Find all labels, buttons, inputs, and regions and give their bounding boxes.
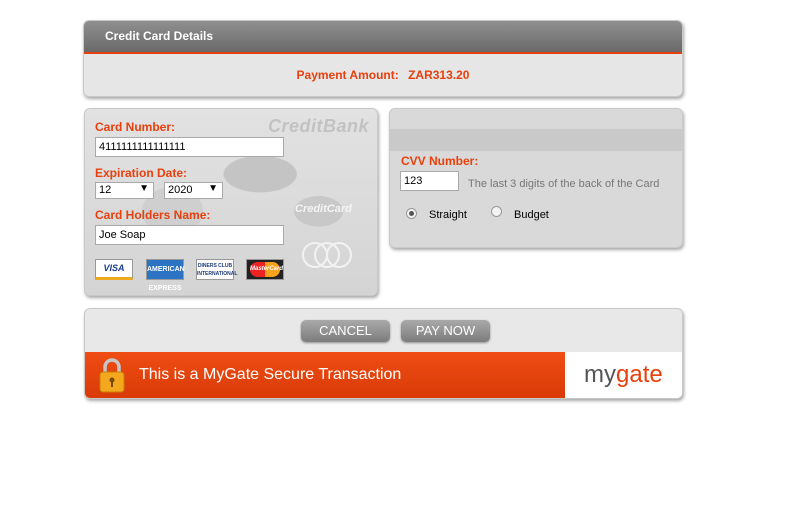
straight-radio-label: Straight [429, 209, 467, 221]
mastercard-logo-text: MasterCard [250, 262, 283, 277]
cvv-input[interactable]: 123 [400, 171, 459, 191]
cvv-hint: The last 3 digits of the back of the Car… [468, 178, 660, 190]
expiration-date-label: Expiration Date: [95, 166, 188, 180]
payment-amount-label: Payment Amount: [296, 68, 399, 82]
expiration-year-select[interactable]: 2020 ▼ [164, 182, 223, 199]
card-holder-label: Card Holders Name: [95, 208, 211, 222]
diners-club-logo: DINERS CLUB INTERNATIONAL [196, 259, 237, 280]
expiration-month-select[interactable]: 12 ▼ [95, 182, 154, 199]
cvv-label: CVV Number: [401, 154, 479, 168]
card-number-input[interactable]: 4111111111111111 [95, 137, 284, 157]
cvv-panel: CVV Number: 123 The last 3 digits of the… [389, 108, 683, 248]
card-hologram-icon [302, 242, 352, 268]
payment-amount-value: ZAR313.20 [408, 68, 470, 82]
payment-header-panel: Credit Card Details Payment Amount: ZAR3… [83, 20, 683, 97]
expiration-month-value: 12 [99, 184, 112, 196]
cancel-button[interactable]: CANCEL [301, 320, 390, 342]
amex-logo: AMERICAN EXPRESS [146, 259, 185, 292]
panel-title: Credit Card Details [105, 29, 214, 43]
mygate-logo-box: mygate [565, 352, 682, 398]
card-number-label: Card Number: [95, 120, 176, 134]
secure-transaction-text: This is a MyGate Secure Transaction [139, 366, 402, 383]
action-panel: CANCEL PAY NOW This is a MyGate Secure T… [84, 308, 683, 399]
payment-amount-row: Payment Amount: ZAR313.20 [84, 68, 682, 82]
creditbank-logo: CreditBank [267, 116, 369, 136]
dropdown-arrow-icon: ▼ [208, 183, 218, 194]
visa-logo: VISA [95, 259, 133, 280]
mygate-logo-gate: gate [616, 361, 663, 388]
cvv-panel-stripe [390, 129, 682, 151]
creditcard-logo: CreditCard [295, 203, 352, 215]
card-holder-input[interactable]: Joe Soap [95, 225, 284, 245]
card-details-panel: CreditBank CreditCard Card Number: 41111… [84, 108, 378, 296]
secure-transaction-bar: This is a MyGate Secure Transaction [85, 352, 565, 398]
budget-radio-label: Budget [514, 209, 549, 221]
padlock-icon [99, 358, 125, 393]
straight-radio[interactable] [406, 208, 417, 219]
expiration-year-value: 2020 [168, 184, 193, 196]
pay-now-button[interactable]: PAY NOW [401, 320, 490, 342]
mygate-logo-my: my [584, 361, 616, 388]
budget-radio[interactable] [491, 206, 502, 217]
mastercard-logo: MasterCard [246, 259, 284, 280]
header-bar: Credit Card Details [84, 21, 682, 54]
dropdown-arrow-icon: ▼ [139, 183, 149, 194]
mygate-logo: mygate [584, 361, 663, 389]
